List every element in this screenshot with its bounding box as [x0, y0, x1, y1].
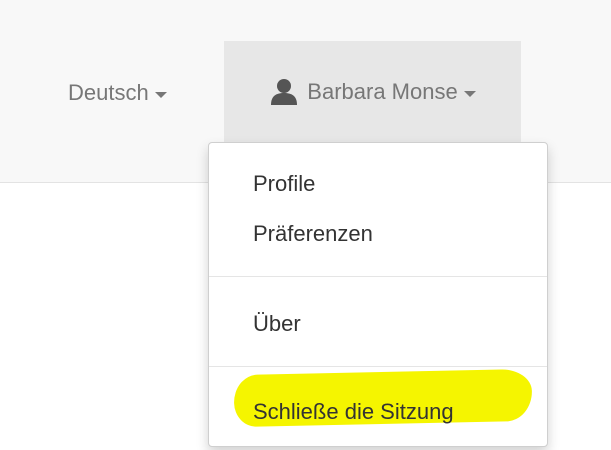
- menu-item-about[interactable]: Über: [253, 311, 301, 337]
- menu-item-logout[interactable]: Schließe die Sitzung: [253, 399, 454, 425]
- language-label: Deutsch: [68, 80, 149, 105]
- language-dropdown-toggle[interactable]: Deutsch: [68, 76, 167, 110]
- caret-down-icon: [154, 91, 167, 98]
- menu-divider: [209, 276, 547, 277]
- user-icon: [271, 79, 298, 105]
- menu-item-preferences[interactable]: Präferenzen: [253, 221, 373, 247]
- user-name: Barbara Monse: [307, 79, 458, 104]
- user-dropdown-menu: Profile Präferenzen Über Schließe die Si…: [208, 142, 548, 447]
- menu-item-profile[interactable]: Profile: [253, 171, 315, 197]
- caret-down-icon: [463, 90, 476, 97]
- user-menu-toggle[interactable]: Barbara Monse: [224, 41, 521, 143]
- menu-divider: [209, 366, 547, 367]
